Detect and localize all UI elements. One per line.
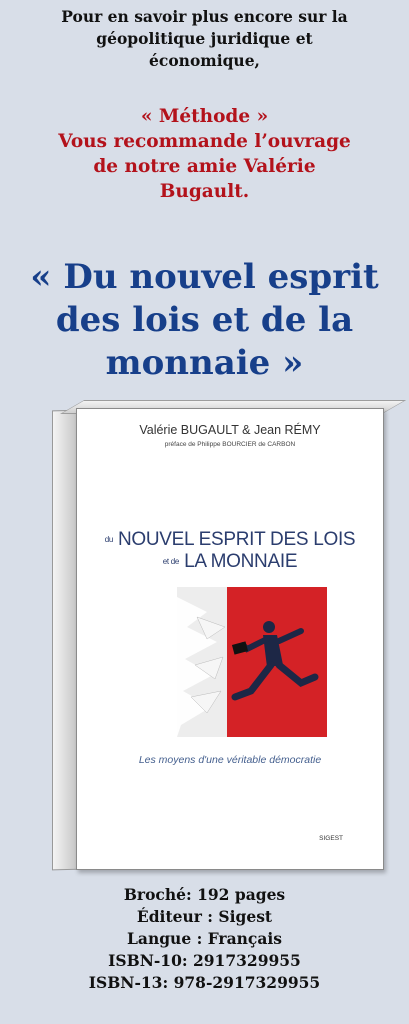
recommend-line: « Méthode » bbox=[140, 106, 269, 127]
cover-title-line1: du NOUVEL ESPRIT DES LOIS bbox=[77, 529, 383, 551]
cover-subtitle: Les moyens d'une véritable démocratie bbox=[138, 754, 322, 766]
title-line: « Du nouvel esprit bbox=[30, 257, 379, 297]
cover-authors: Valérie BUGAULT & Jean RÉMY bbox=[139, 423, 321, 437]
cover-title-main: LA MONNAIE bbox=[184, 551, 298, 572]
intro-line: Pour en savoir plus encore sur la bbox=[61, 7, 348, 26]
recommend-line: Bugault. bbox=[159, 181, 250, 202]
cover-preface: préface de Philippe BOURCIER de CARBON bbox=[164, 441, 296, 448]
book-cover: Valérie BUGAULT & Jean RÉMY préface de P… bbox=[76, 408, 384, 870]
detail-isbn10: ISBN-10: 2917329955 bbox=[108, 951, 301, 970]
detail-editor: Éditeur : Sigest bbox=[136, 907, 273, 926]
cover-illustration bbox=[177, 587, 327, 737]
book-details: Broché: 192 pages Éditeur : Sigest Langu… bbox=[0, 884, 409, 994]
recommend-line: de notre amie Valérie bbox=[93, 156, 316, 177]
cover-publisher: SIGEST bbox=[319, 835, 343, 842]
detail-language: Langue : Français bbox=[127, 929, 282, 948]
intro-line: géopolitique juridique et bbox=[96, 29, 313, 48]
intro-line: économique, bbox=[149, 51, 260, 70]
intro-text: Pour en savoir plus encore sur la géopol… bbox=[0, 6, 409, 72]
running-businessman-icon bbox=[177, 597, 319, 737]
title-line: des lois et de la bbox=[55, 300, 354, 340]
cover-title: du NOUVEL ESPRIT DES LOIS et de LA MONNA… bbox=[77, 529, 383, 573]
cover-title-main: NOUVEL ESPRIT DES LOIS bbox=[117, 529, 356, 550]
cover-title-small: et de bbox=[162, 557, 180, 566]
book-title-heading: « Du nouvel esprit des lois et de la mon… bbox=[0, 256, 409, 385]
detail-isbn13: ISBN-13: 978-2917329955 bbox=[88, 973, 321, 992]
book-image: Valérie BUGAULT & Jean RÉMY préface de P… bbox=[52, 400, 407, 871]
recommend-line: Vous recommande l’ouvrage bbox=[58, 131, 351, 152]
cover-title-line2: et de LA MONNAIE bbox=[77, 551, 383, 573]
recommendation-text: « Méthode » Vous recommande l’ouvrage de… bbox=[0, 104, 409, 204]
detail-format: Broché: 192 pages bbox=[123, 885, 286, 904]
cover-title-small: du bbox=[104, 535, 114, 544]
title-line: monnaie » bbox=[105, 343, 304, 383]
